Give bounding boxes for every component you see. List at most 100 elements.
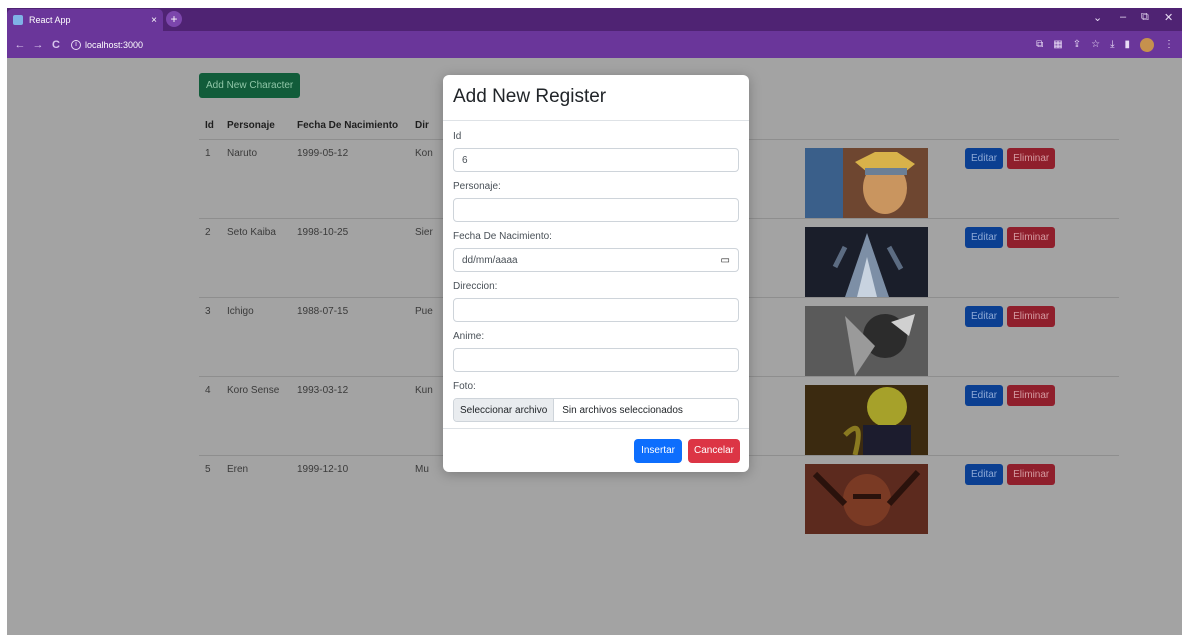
field-group-fecha: Fecha De Nacimiento: dd/mm/aaaa ▭	[453, 231, 739, 272]
foto-label: Foto:	[453, 381, 476, 392]
delete-button[interactable]: Eliminar	[1007, 384, 1056, 406]
direccion-input[interactable]	[453, 298, 739, 322]
ichigo-photo	[805, 305, 928, 376]
calendar-icon[interactable]: ▭	[721, 255, 730, 266]
koro-sensei-photo	[805, 384, 928, 455]
field-group-personaje: Personaje:	[453, 181, 739, 222]
url-text: localhost:3000	[85, 39, 144, 50]
delete-button[interactable]: Eliminar	[1007, 147, 1056, 169]
forward-arrow-icon[interactable]: →	[29, 39, 47, 51]
cell-actions: Editar Eliminar	[959, 138, 1119, 218]
id-value: 6	[462, 154, 468, 166]
add-new-character-button[interactable]: Add New Character	[199, 73, 301, 98]
fecha-placeholder: dd/mm/aaaa	[462, 254, 518, 266]
minimize-button[interactable]: –	[1120, 11, 1126, 23]
delete-button[interactable]: Eliminar	[1007, 305, 1056, 327]
field-group-direccion: Direccion:	[453, 281, 739, 322]
cell-personaje: Ichigo	[221, 296, 291, 376]
add-register-modal: Add New Register Id 6 Personaje: Fecha D…	[443, 75, 749, 472]
delete-button[interactable]: Eliminar	[1007, 226, 1056, 248]
cell-personaje: Koro Sense	[221, 375, 291, 455]
seto-kaiba-photo	[805, 226, 928, 297]
header-id: Id	[205, 120, 214, 132]
modal-body: Id 6 Personaje: Fecha De Nacimiento: dd/…	[443, 121, 749, 422]
field-group-id: Id 6	[453, 131, 739, 172]
screen: React App × + ⌄ – ⧉ ✕ ← → C i localhost:…	[0, 0, 1182, 635]
edit-button[interactable]: Editar	[965, 463, 1004, 485]
cell-fecha: 1998-10-25	[291, 217, 409, 297]
cell-fecha: 1999-12-10	[291, 454, 409, 534]
eren-photo	[805, 463, 928, 534]
google-lens-icon[interactable]: ⧉	[1036, 39, 1043, 50]
cell-id: 4	[199, 375, 221, 455]
close-window-button[interactable]: ✕	[1164, 11, 1173, 24]
url-field[interactable]: i localhost:3000	[71, 39, 144, 50]
edit-button[interactable]: Editar	[965, 147, 1004, 169]
restore-button[interactable]: ⧉	[1141, 11, 1149, 24]
foto-file-input[interactable]: Seleccionar archivo Sin archivos selecci…	[453, 398, 739, 422]
cell-foto	[799, 217, 959, 297]
tab-title: React App	[29, 15, 71, 25]
cell-actions: Editar Eliminar	[959, 217, 1119, 297]
edit-button[interactable]: Editar	[965, 226, 1004, 248]
profile-avatar[interactable]	[1140, 37, 1154, 52]
browser-tab[interactable]: React App ×	[7, 9, 163, 31]
cell-foto	[799, 375, 959, 455]
cell-actions: Editar Eliminar	[959, 296, 1119, 376]
browser-window: React App × + ⌄ – ⧉ ✕ ← → C i localhost:…	[7, 8, 1182, 58]
toolbar-icons: ⧉ ▦ ⇪ ☆ ⤓ ▮ ⋮	[1036, 31, 1174, 58]
share-icon[interactable]: ⇪	[1073, 39, 1081, 50]
back-arrow-icon[interactable]: ←	[11, 39, 29, 51]
id-input[interactable]: 6	[453, 148, 739, 172]
personaje-input[interactable]	[453, 198, 739, 222]
anime-label: Anime:	[453, 331, 485, 342]
cell-id: 5	[199, 454, 221, 534]
close-tab-icon[interactable]: ×	[151, 15, 157, 26]
side-panel-icon[interactable]: ▮	[1124, 39, 1130, 50]
download-icon[interactable]: ⤓	[1110, 39, 1114, 50]
modal-footer: Insertar Cancelar	[443, 428, 749, 472]
cell-personaje: Seto Kaiba	[221, 217, 291, 297]
file-status: Sin archivos seleccionados	[562, 404, 683, 416]
fecha-date-input[interactable]: dd/mm/aaaa ▭	[453, 248, 739, 272]
cell-foto	[799, 454, 959, 534]
fecha-label: Fecha De Nacimiento:	[453, 231, 552, 242]
cancel-button[interactable]: Cancelar	[687, 438, 740, 463]
cell-foto	[799, 138, 959, 218]
cell-actions: Editar Eliminar	[959, 375, 1119, 455]
edit-button[interactable]: Editar	[965, 305, 1004, 327]
address-bar: ← → C i localhost:3000 ⧉ ▦ ⇪ ☆ ⤓ ▮ ⋮	[7, 31, 1182, 58]
cell-id: 3	[199, 296, 221, 376]
cell-fecha: 1999-05-12	[291, 138, 409, 218]
cell-personaje: Eren	[221, 454, 291, 534]
field-group-anime: Anime:	[453, 331, 739, 372]
header-foto	[799, 113, 959, 139]
tab-search-icon[interactable]: ⌄	[1093, 11, 1102, 24]
modal-title: Add New Register	[443, 75, 749, 121]
cell-actions: Editar Eliminar	[959, 454, 1119, 534]
insert-button[interactable]: Insertar	[634, 438, 682, 463]
cell-fecha: 1993-03-12	[291, 375, 409, 455]
naruto-photo	[805, 147, 928, 218]
choose-file-button[interactable]: Seleccionar archivo	[454, 399, 555, 421]
tab-strip: React App × + ⌄ – ⧉ ✕	[7, 8, 1182, 31]
bookmark-star-icon[interactable]: ☆	[1091, 39, 1100, 50]
reload-icon[interactable]: C	[47, 39, 65, 51]
cell-id: 1	[199, 138, 221, 218]
react-favicon-icon	[13, 15, 23, 25]
field-group-foto: Foto: Seleccionar archivo Sin archivos s…	[453, 381, 739, 422]
header-acciones	[959, 113, 1119, 139]
delete-button[interactable]: Eliminar	[1007, 463, 1056, 485]
edit-button[interactable]: Editar	[965, 384, 1004, 406]
direccion-label: Direccion:	[453, 281, 498, 292]
header-fecha: Fecha De Nacimiento	[297, 120, 399, 132]
id-label: Id	[453, 131, 462, 142]
translate-icon[interactable]: ▦	[1053, 39, 1062, 50]
anime-input[interactable]	[453, 348, 739, 372]
cell-personaje: Naruto	[221, 138, 291, 218]
menu-kebab-icon[interactable]: ⋮	[1164, 39, 1174, 50]
cell-fecha: 1988-07-15	[291, 296, 409, 376]
site-info-icon[interactable]: i	[71, 39, 81, 50]
cell-id: 2	[199, 217, 221, 297]
new-tab-button[interactable]: +	[166, 11, 182, 27]
